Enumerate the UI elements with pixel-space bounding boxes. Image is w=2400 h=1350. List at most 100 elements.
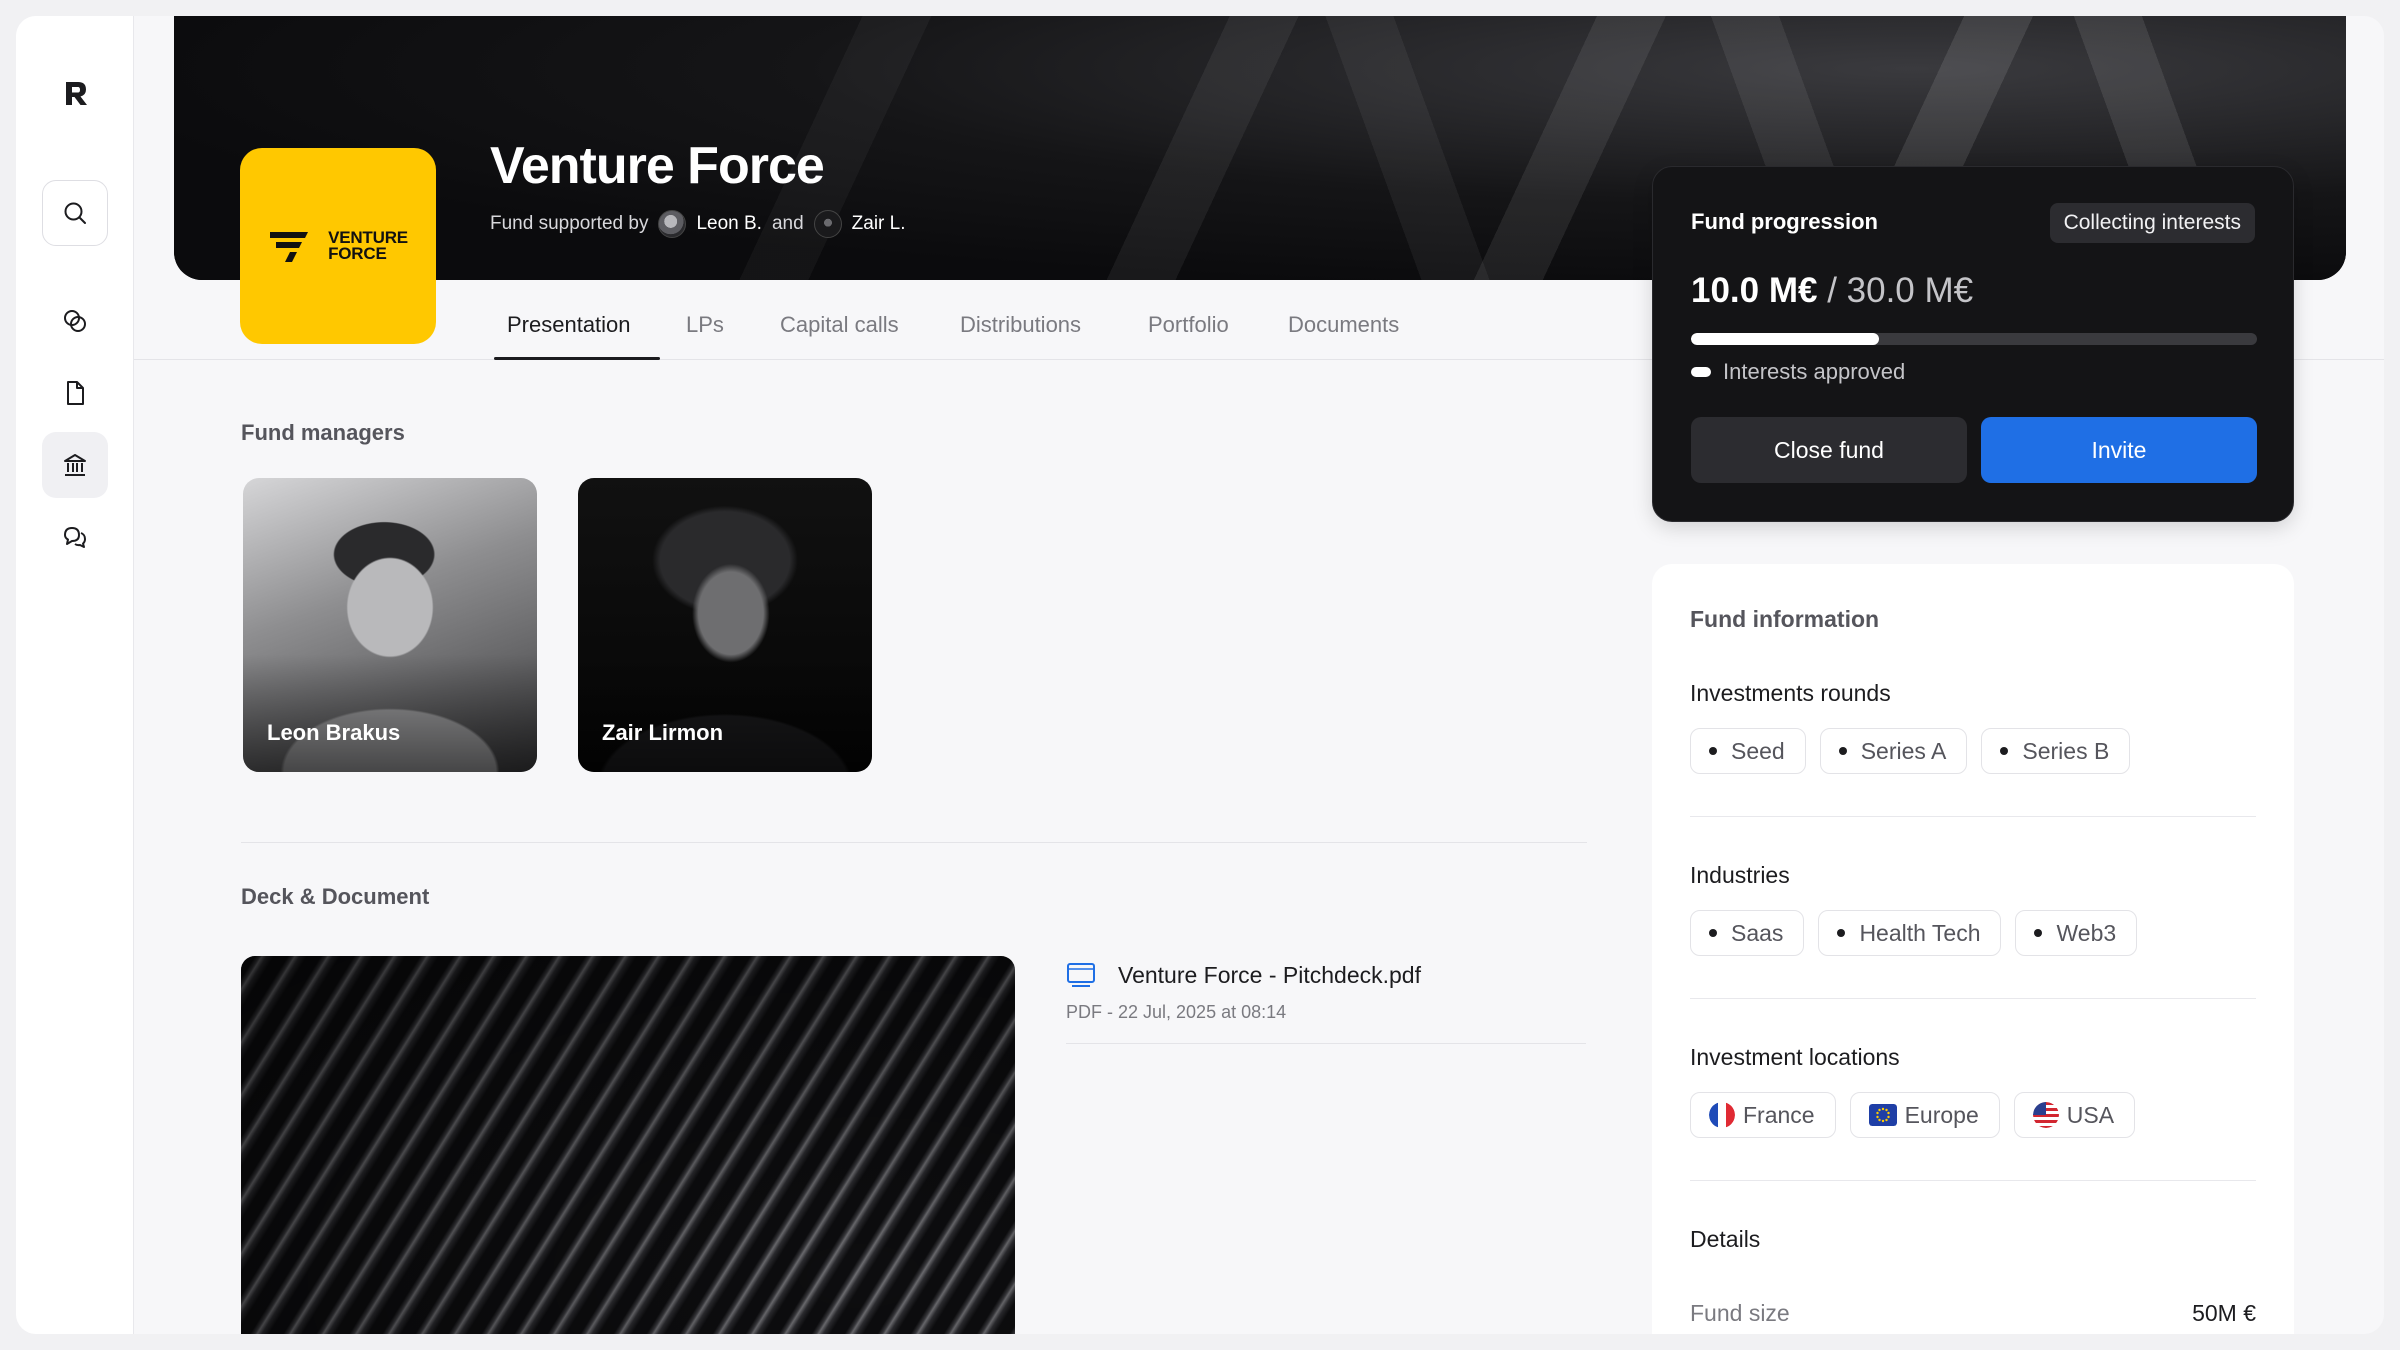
progress-legend: Interests approved	[1691, 359, 1905, 385]
fund-progression-card: Fund progression Collecting interests 10…	[1652, 166, 2294, 522]
document-name[interactable]: Venture Force - Pitchdeck.pdf	[1118, 962, 1421, 989]
fund-logo-line2: FORCE	[328, 244, 387, 263]
app-logo[interactable]	[61, 78, 91, 108]
photo-shade	[243, 654, 537, 772]
info-divider	[1690, 1180, 2256, 1181]
amount-target: 30.0 M€	[1846, 271, 1974, 310]
industry-chip: Health Tech	[1818, 910, 2002, 956]
location-chip: Europe	[1849, 1092, 2000, 1138]
round-chip: Series B	[1981, 728, 2131, 774]
bullet-icon	[1838, 747, 1847, 755]
chip-label: France	[1743, 1101, 1815, 1128]
fund-size-label: Fund size	[1690, 1300, 1790, 1326]
tab-presentation[interactable]: Presentation	[507, 312, 631, 338]
chip-label: Series A	[1860, 737, 1947, 764]
legend-swatch	[1691, 367, 1711, 377]
invite-button[interactable]: Invite	[1981, 417, 2257, 483]
fund-logo-text: VENTURE FORCE	[328, 229, 408, 263]
investment-locations-label: Investment locations	[1690, 1044, 1900, 1070]
amount-separator: /	[1817, 271, 1847, 310]
search-icon	[64, 202, 86, 224]
fund-managers-title: Fund managers	[241, 420, 405, 445]
fund-information-title: Fund information	[1690, 606, 1880, 632]
round-chip: Seed	[1690, 728, 1806, 774]
sidebar-search-button[interactable]	[42, 180, 108, 246]
bullet-icon	[1837, 929, 1846, 937]
investment-locations-chips: France Europe USA	[1690, 1092, 2136, 1138]
location-chip: France	[1690, 1092, 1836, 1138]
tab-documents[interactable]: Documents	[1288, 312, 1399, 338]
document-meta: PDF - 22 Jul, 2025 at 08:14	[1066, 1002, 1287, 1022]
fund-logo: VENTURE FORCE	[240, 148, 436, 344]
details-label: Details	[1690, 1226, 1761, 1252]
manager-card[interactable]: Zair Lirmon	[578, 478, 872, 772]
chip-label: Series B	[2022, 737, 2110, 764]
location-chip: USA	[2013, 1092, 2136, 1138]
bullet-icon	[2034, 929, 2043, 937]
tab-capital-calls[interactable]: Capital calls	[780, 312, 899, 338]
chip-label: Europe	[1904, 1101, 1979, 1128]
deck-document-title: Deck & Document	[241, 884, 430, 909]
investment-rounds-chips: Seed Series A Series B	[1690, 728, 2131, 774]
manager-short-name[interactable]: Leon B.	[696, 213, 762, 235]
section-divider	[241, 842, 1587, 843]
manager-name: Leon Brakus	[267, 720, 401, 745]
sidebar-item-deals[interactable]	[42, 288, 108, 354]
industry-chip: Saas	[1690, 910, 1805, 956]
detail-row-fund-size: Fund size 50M €	[1690, 1300, 2256, 1327]
fund-size-value: 50M €	[2192, 1300, 2256, 1326]
manager-name: Zair Lirmon	[602, 720, 724, 745]
bullet-icon	[1709, 747, 1717, 755]
round-chip: Series A	[1819, 728, 1968, 774]
fund-supported-by: Fund supported by Leon B. and Zair L.	[490, 210, 906, 238]
progress-bar	[1691, 333, 2257, 345]
avatar	[813, 210, 842, 238]
tab-portfolio[interactable]: Portfolio	[1148, 312, 1229, 338]
avatar	[658, 210, 687, 238]
close-fund-button[interactable]: Close fund	[1691, 417, 1967, 483]
tab-lps[interactable]: LPs	[686, 312, 724, 338]
investment-rounds-label: Investments rounds	[1690, 680, 1891, 706]
bullet-icon	[2000, 747, 2009, 755]
sidebar	[16, 16, 134, 1334]
app-window: VENTURE FORCE Venture Force Fund support…	[16, 16, 2384, 1334]
status-badge: Collecting interests	[2049, 203, 2255, 243]
fund-title: Venture Force	[490, 137, 825, 195]
industry-chip: Web3	[2015, 910, 2138, 956]
sidebar-item-documents[interactable]	[42, 360, 108, 426]
info-divider	[1690, 816, 2256, 817]
industries-label: Industries	[1690, 862, 1790, 888]
manager-card[interactable]: Leon Brakus	[243, 478, 537, 772]
chip-label: Web3	[2056, 919, 2117, 946]
flag-eu-icon	[1868, 1104, 1897, 1126]
chip-label: Seed	[1731, 737, 1785, 764]
photo-shade	[578, 654, 872, 772]
supported-by-label: Fund supported by	[490, 213, 649, 234]
sidebar-item-messages[interactable]	[42, 504, 108, 570]
fund-progression-title: Fund progression	[1691, 209, 1878, 234]
and-label: and	[771, 213, 804, 234]
industries-chips: Saas Health Tech Web3	[1690, 910, 2138, 956]
chip-label: USA	[2066, 1101, 2115, 1128]
info-divider	[1690, 998, 2256, 999]
bank-icon	[64, 454, 86, 476]
bullet-icon	[1709, 929, 1717, 937]
coins-icon	[64, 310, 86, 332]
flag-usa-icon	[2032, 1102, 2059, 1128]
file-icon	[67, 381, 84, 405]
deck-cover-image[interactable]	[241, 956, 1015, 1334]
progress-bar-fill	[1691, 333, 1880, 345]
chip-label: Saas	[1731, 919, 1784, 946]
tab-distributions[interactable]: Distributions	[960, 312, 1081, 338]
venture-force-mark-icon	[270, 232, 309, 262]
document-icon	[1067, 963, 1095, 987]
fund-amount: 10.0 M€ / 30.0 M€	[1691, 271, 1973, 311]
chat-icon	[64, 527, 86, 548]
chip-label: Health Tech	[1859, 919, 1981, 946]
amount-raised: 10.0 M€	[1691, 271, 1818, 310]
document-row[interactable]: Venture Force - Pitchdeck.pdf PDF - 22 J…	[1066, 960, 1586, 1044]
manager-short-name[interactable]: Zair L.	[852, 213, 906, 235]
sidebar-item-funds[interactable]	[42, 432, 108, 498]
legend-label: Interests approved	[1723, 359, 1906, 384]
active-tab-indicator	[494, 357, 660, 360]
